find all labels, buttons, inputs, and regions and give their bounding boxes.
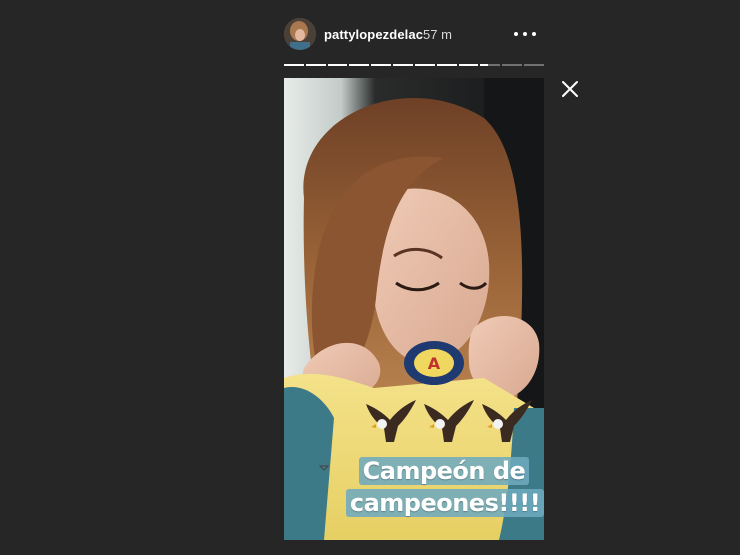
progress-segment <box>414 64 435 66</box>
story-image[interactable]: A Campeón de campeones!!!! <box>284 78 544 540</box>
caption-line-2: campeones!!!! <box>345 489 544 517</box>
story-header: pattylopezdelac 57 m <box>284 18 544 52</box>
eagle-icon <box>366 400 416 442</box>
progress-segment <box>284 64 304 66</box>
progress-segment <box>349 64 370 66</box>
progress-segment <box>436 64 457 66</box>
close-icon[interactable] <box>559 78 581 100</box>
progress-segment <box>371 64 392 66</box>
progress-segment <box>502 64 523 66</box>
progress-segment <box>305 64 326 66</box>
avatar[interactable] <box>284 18 316 50</box>
progress-segment <box>524 64 544 66</box>
caption-line-1: Campeón de <box>358 457 530 485</box>
progress-segment <box>393 64 413 66</box>
story-caption: Campeón de campeones!!!! <box>345 457 544 517</box>
eagle-icon <box>482 400 532 442</box>
username[interactable]: pattylopezdelac <box>324 27 423 42</box>
eagle-stickers <box>364 394 534 446</box>
timestamp: 57 m <box>423 27 452 42</box>
progress-segment <box>458 64 479 66</box>
eagle-icon <box>424 400 474 442</box>
progress-segment <box>327 64 348 66</box>
more-options-icon[interactable] <box>514 24 536 44</box>
progress-segment <box>480 64 501 66</box>
svg-text:A: A <box>428 354 441 373</box>
story-progress-bars <box>284 64 544 66</box>
